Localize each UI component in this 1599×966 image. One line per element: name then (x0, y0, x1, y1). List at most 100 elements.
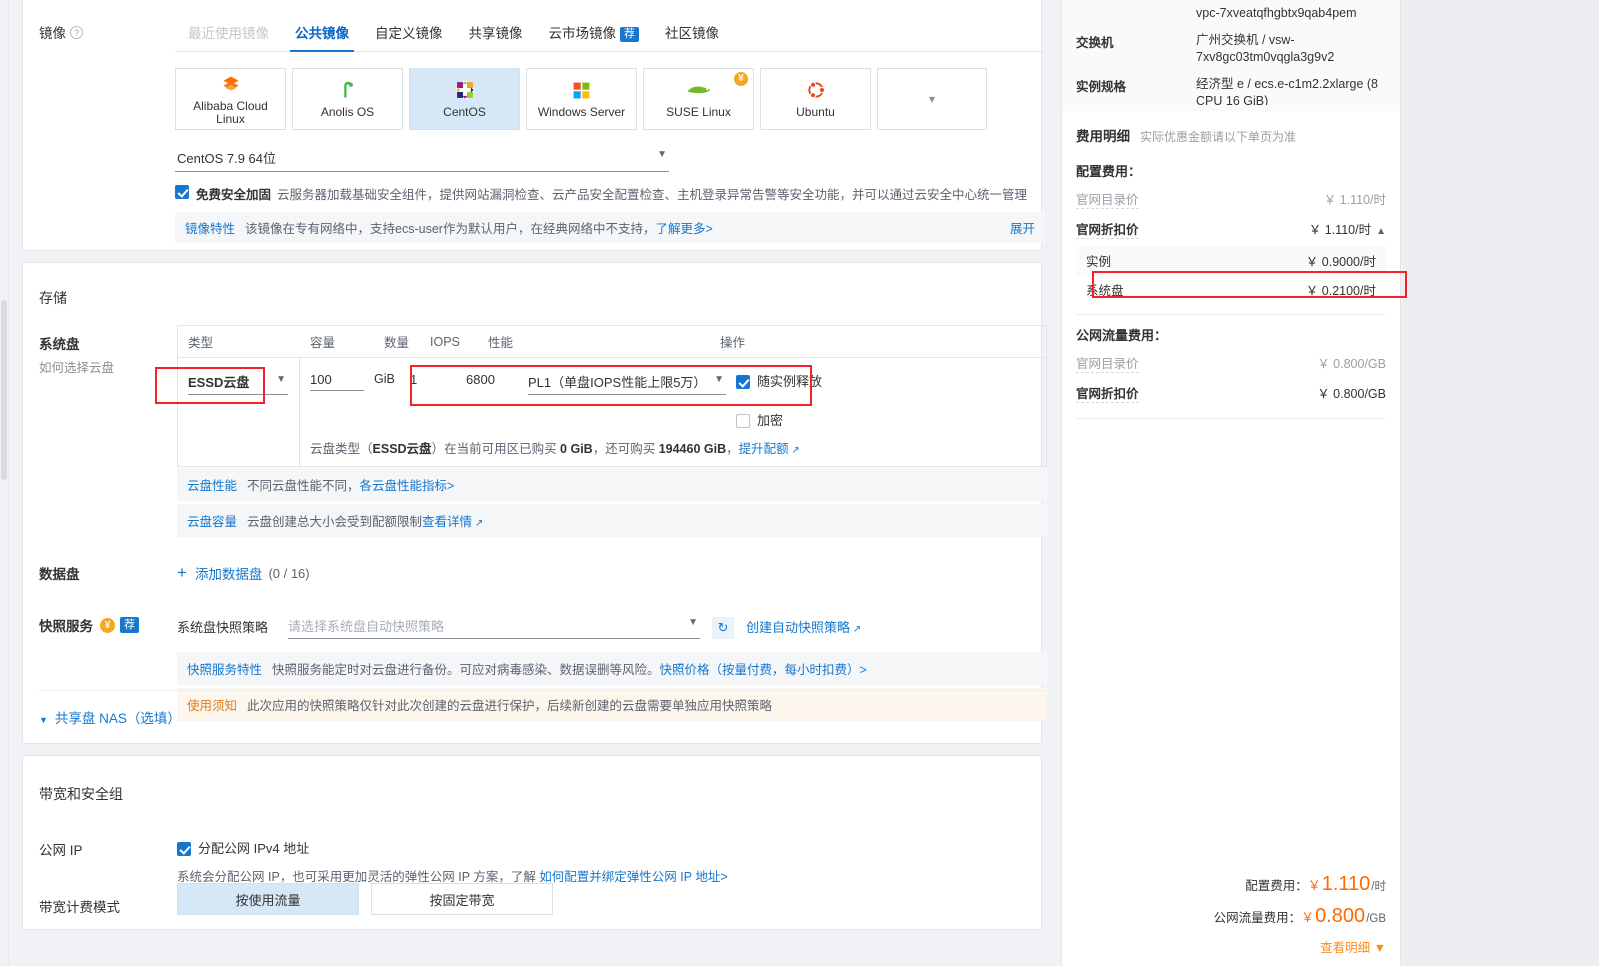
os-card-label: Anolis OS (320, 105, 375, 119)
increase-quota-link[interactable]: 提升配额 (739, 442, 800, 456)
public-ip-checkbox[interactable] (177, 841, 191, 856)
anolis-os-icon (339, 79, 357, 101)
chevron-down-icon: ▼ (714, 374, 724, 385)
spec-row-vpc: vpc-7xveatqfhgbtx9qab4pem (1062, 0, 1400, 27)
disk-performance-select[interactable]: PL1（单盘IOPS性能上限5万） ▼ (528, 372, 726, 395)
traffic-list-price-value: ￥ 0.800/GB (1317, 357, 1386, 371)
os-card-label: Windows Server (537, 105, 626, 119)
snapshot-feature-text: 快照服务能定时对云盘进行备份。可应对病毒感染、数据误删等风险。 (272, 663, 660, 677)
col-iops: IOPS (430, 334, 460, 349)
disk-performance-link[interactable]: 各云盘性能指标> (360, 475, 455, 494)
bandwidth-mode-fixed[interactable]: 按固定带宽 (371, 883, 553, 915)
traffic-list-price-label: 官网目录价 (1076, 353, 1139, 373)
spec-row-instance-type: 实例规格 经济型 e / ecs.e-c1m2.2xlarge (8 CPU 1… (1062, 71, 1400, 105)
divider (1076, 418, 1386, 419)
add-data-disk-label: 添加数据盘 (194, 567, 263, 582)
os-card-label: SUSE Linux (666, 105, 731, 119)
public-ip-checkbox-label: 分配公网 IPv4 地址 (198, 841, 310, 856)
ubuntu-icon (806, 79, 826, 101)
image-feature-tag: 镜像特性 (185, 222, 236, 236)
disk-performance-tag: 云盘性能 (187, 479, 238, 493)
disk-type-select[interactable]: ESSD云盘 ▼ (188, 372, 288, 395)
traffic-fee-title: 公网流量费用： (1076, 328, 1168, 343)
quota-remaining: 194460 GiB (658, 442, 727, 456)
image-feature-expand[interactable]: 展开 (1010, 218, 1035, 237)
disk-iops-value: 6800 (466, 372, 495, 387)
recommend-badge: 荐 (120, 617, 139, 633)
release-with-instance-checkbox[interactable] (736, 374, 750, 389)
os-card-anolis-os[interactable]: Anolis OS (292, 68, 403, 130)
os-card-windows-server[interactable]: Windows Server (526, 68, 637, 130)
page-scrollbar[interactable] (0, 0, 9, 966)
currency-symbol: ￥ (1301, 910, 1315, 925)
total-config-amount: 1.110 (1321, 873, 1371, 895)
nas-toggle[interactable]: ▼ 共享盘 NAS（选填） (39, 711, 181, 726)
config-list-price-label: 官网目录价 (1076, 189, 1139, 209)
security-hardening-checkbox[interactable] (175, 185, 189, 199)
disk-capacity-link[interactable]: 查看详情 (422, 511, 483, 530)
breakdown-label: 实例 (1086, 255, 1112, 269)
public-ip-help-link[interactable]: 如何配置并绑定弹性公网 IP 地址> (539, 870, 727, 884)
bandwidth-mode-by-traffic[interactable]: 按使用流量 (177, 883, 359, 915)
disk-capacity-tag: 云盘容量 (187, 515, 238, 529)
spec-value: 广州交换机 / vsw-7xv8gc03tm0vqgla3g9v2 (1196, 33, 1335, 64)
tab-custom-images[interactable]: 自定义镜像 (362, 22, 456, 51)
chevron-up-icon[interactable]: ▲ (1376, 226, 1386, 237)
os-card-ubuntu[interactable]: Ubuntu (760, 68, 871, 130)
os-card-suse-linux[interactable]: ¥ SUSE Linux (643, 68, 754, 130)
tab-marketplace-images[interactable]: 云市场镜像荐 (536, 22, 653, 51)
disk-capacity-info-bar: 云盘容量 云盘创建总大小会受到配额限制 查看详情 (177, 504, 1047, 537)
bandwidth-mode-group: 按使用流量 按固定带宽 (177, 883, 553, 915)
tab-shared-images[interactable]: 共享镜像 (456, 22, 536, 51)
add-data-disk-button[interactable]: + 添加数据盘 (0 / 16) (177, 563, 310, 583)
image-feature-link[interactable]: 了解更多> (655, 218, 712, 237)
os-card-more[interactable]: ▾ (877, 68, 987, 130)
chevron-down-icon: ▾ (928, 92, 936, 106)
main-content-column: 镜像? 最近使用镜像 公共镜像 自定义镜像 共享镜像 云市场镜像荐 社区镜像 A… (9, 0, 1055, 966)
how-to-choose-disk-link[interactable]: 如何选择云盘 (39, 357, 169, 376)
image-label-text: 镜像 (39, 26, 66, 41)
paid-badge: ¥ (734, 72, 748, 86)
image-section-label: 镜像? (39, 22, 169, 42)
disk-capacity-text: 云盘创建总大小会受到配额限制 (247, 515, 423, 529)
public-ip-desc-text: 系统会分配公网 IP，也可采用更加灵活的弹性公网 IP 方案，了解 (177, 870, 540, 884)
tab-recent-images[interactable]: 最近使用镜像 (175, 22, 282, 51)
scrollbar-thumb[interactable] (1, 300, 7, 480)
view-detail-button[interactable]: 查看明细 ▼ (1214, 937, 1386, 956)
system-disk-label: 系统盘 (39, 337, 80, 352)
disk-capacity-input[interactable]: 100 (310, 372, 364, 391)
config-discount-price-row[interactable]: 官网折扣价 ￥ 1.110/时 ▲ (1062, 214, 1400, 244)
quota-bought: 0 GiB (560, 442, 593, 456)
snapshot-price-link[interactable]: 快照价格（按量付费，每小时扣费）> (660, 659, 867, 678)
col-capacity: 容量 (310, 336, 336, 350)
os-card-centos[interactable]: CentOS (409, 68, 520, 130)
quota-text-4: ， (726, 442, 739, 456)
image-version-select[interactable]: CentOS 7.9 64位 ▼ (175, 148, 669, 172)
tab-community-images[interactable]: 社区镜像 (652, 22, 732, 51)
help-icon[interactable]: ? (70, 26, 83, 39)
fee-detail-header: 费用明细 实际优惠金额请以下单页为准 (1062, 111, 1400, 151)
create-snapshot-policy-link[interactable]: 创建自动快照策略 (746, 617, 861, 639)
release-with-instance-row: 随实例释放 (736, 371, 822, 390)
col-performance: 性能 (488, 336, 514, 350)
plus-icon: + (177, 563, 187, 582)
suse-linux-icon (686, 79, 712, 101)
fee-detail-title: 费用明细 (1076, 129, 1130, 144)
storage-title: 存储 (39, 290, 67, 306)
spec-value: 经济型 e / ecs.e-c1m2.2xlarge (8 CPU 16 GiB… (1196, 77, 1379, 105)
currency-symbol: ￥ (1307, 878, 1321, 893)
image-feature-text: 该镜像在专有网络中，支持ecs-user作为默认用户，在经典网络中不支持， (245, 222, 656, 236)
snapshot-policy-placeholder: 请选择系统盘自动快照策略 (288, 619, 445, 634)
os-card-alibaba-cloud-linux[interactable]: Alibaba Cloud Linux (175, 68, 286, 130)
snapshot-policy-select[interactable]: 请选择系统盘自动快照策略 ▼ (288, 616, 701, 639)
image-tabs: 最近使用镜像 公共镜像 自定义镜像 共享镜像 云市场镜像荐 社区镜像 (175, 22, 1045, 52)
snapshot-feature-bar: 快照服务特性 快照服务能定时对云盘进行备份。可应对病毒感染、数据误删等风险。 快… (177, 652, 1047, 685)
tab-public-images[interactable]: 公共镜像 (282, 22, 362, 52)
nas-label: 共享盘 NAS（选填） (54, 711, 181, 726)
recommend-badge: 荐 (620, 27, 639, 42)
refresh-icon[interactable]: ↻ (712, 617, 735, 639)
encrypt-checkbox[interactable] (736, 413, 750, 428)
price-summary-panel: vpc-7xveatqfhgbtx9qab4pem 交换机 广州交换机 / vs… (1061, 0, 1401, 966)
bandwidth-title: 带宽和安全组 (39, 786, 123, 802)
paid-badge: ¥ (100, 617, 115, 633)
